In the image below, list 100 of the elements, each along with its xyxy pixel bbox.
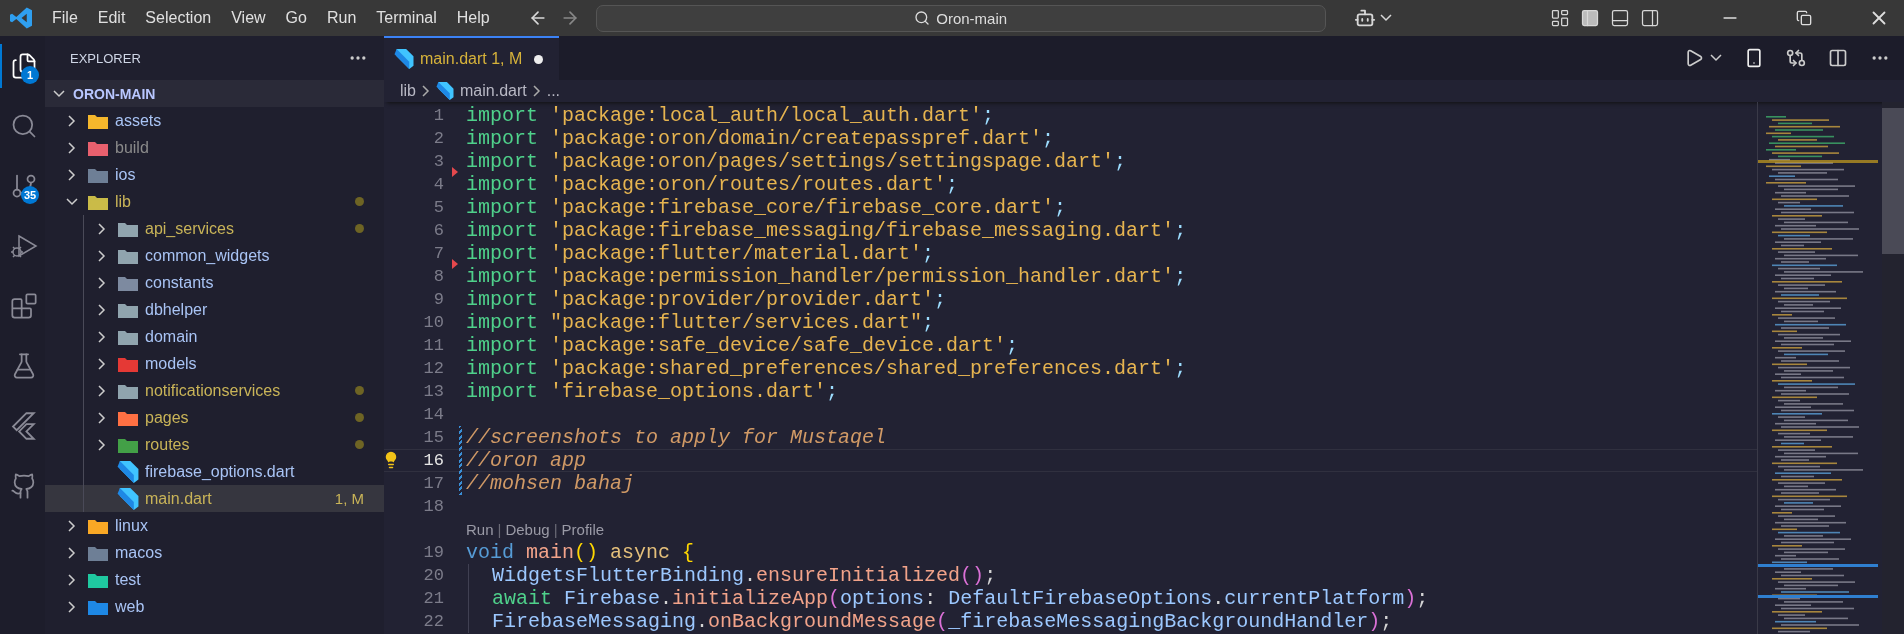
editor-tab[interactable]: main.dart 1, M xyxy=(384,36,560,80)
menu-item[interactable]: File xyxy=(42,9,88,27)
line-number: 3 xyxy=(433,152,444,171)
codelens-link[interactable]: Run xyxy=(466,521,494,538)
line-number: 4 xyxy=(433,175,444,194)
line-number: 6 xyxy=(433,221,444,240)
line-number: 11 xyxy=(423,336,444,355)
explorer-item[interactable]: notificationservices xyxy=(45,377,384,404)
explorer-item[interactable]: constants xyxy=(45,269,384,296)
layout-toggle-icon[interactable] xyxy=(1580,8,1600,28)
codelens-link[interactable]: Debug xyxy=(505,521,550,538)
layout-toggle-icon[interactable] xyxy=(1610,8,1630,28)
code-line: import 'package:permission_handler/permission_handler.dart'; xyxy=(466,265,1187,288)
explorer-item[interactable]: domain xyxy=(45,323,384,350)
menu-item[interactable]: Go xyxy=(275,9,317,27)
code-line: import "package:flutter/services.dart"; xyxy=(466,311,935,334)
code-line: import 'package:oron/routes/routes.dart'; xyxy=(466,173,959,196)
line-number: 20 xyxy=(423,566,444,585)
explorer-item[interactable]: api_services xyxy=(45,215,384,242)
explorer-item[interactable]: build xyxy=(45,134,384,161)
chevron-right-icon xyxy=(422,85,430,97)
explorer-item[interactable]: firebase_options.dart xyxy=(45,458,384,485)
split-editor-icon[interactable] xyxy=(1828,48,1848,68)
breadcrumb-item[interactable]: ... xyxy=(546,82,561,100)
item-label: web xyxy=(115,597,145,616)
caret-icon[interactable] xyxy=(1379,14,1392,22)
item-label: routes xyxy=(145,435,190,454)
menu-item[interactable]: Selection xyxy=(135,9,222,27)
item-label: assets xyxy=(115,111,162,130)
workspace-header[interactable]: ORON-MAIN xyxy=(45,80,384,107)
device-icon[interactable] xyxy=(1744,48,1764,68)
code-line: import 'package:safe_device/safe_device.dart'; xyxy=(466,334,1019,357)
line-number: 1 xyxy=(433,106,444,125)
code-line: import 'package:local_auth/local_auth.dart'; xyxy=(466,104,995,127)
explorer-item[interactable]: linux xyxy=(45,512,384,539)
scrollbar-thumb[interactable] xyxy=(1882,108,1904,254)
explorer-item[interactable]: assets xyxy=(45,107,384,134)
item-label: dbhelper xyxy=(145,300,208,319)
codelens-separator: | xyxy=(553,521,558,538)
line-number: 17 xyxy=(423,474,444,493)
search-icon xyxy=(914,10,931,26)
breadcrumb-item[interactable]: main.dart xyxy=(460,82,527,100)
item-label: macos xyxy=(115,543,163,562)
menu-item[interactable]: Run xyxy=(316,9,367,27)
line-number: 9 xyxy=(433,290,444,309)
menu-item[interactable]: Edit xyxy=(87,9,136,27)
explorer-item[interactable]: dbhelper xyxy=(45,296,384,323)
command-center[interactable]: Oron-main xyxy=(595,4,1326,32)
run-icon[interactable] xyxy=(1684,48,1704,68)
layout-toggle-icon[interactable] xyxy=(1550,8,1570,28)
menu-item[interactable]: View xyxy=(221,9,276,27)
code-line: import 'package:flutter/material.dart'; xyxy=(466,242,935,265)
codelens-separator: | xyxy=(497,521,502,538)
codelens-link[interactable]: Profile xyxy=(561,521,605,538)
code-line: WidgetsFlutterBinding.ensureInitialized(); xyxy=(492,564,997,587)
code-line: import 'package:firebase_messaging/firebase_messaging.dart'; xyxy=(466,219,1187,242)
item-label: common_widgets xyxy=(145,246,270,265)
item-label: linux xyxy=(115,516,148,535)
dart-file-icon xyxy=(117,460,139,483)
sidebar-title: EXPLORER xyxy=(70,50,141,66)
line-number: 19 xyxy=(423,543,444,562)
line-number: 7 xyxy=(433,244,444,263)
code-line: import 'package:oron/domain/createpasspref.dart'; xyxy=(466,127,1055,150)
run-debug-icon xyxy=(9,232,38,260)
error-marker xyxy=(452,167,458,177)
line-number: 22 xyxy=(423,612,444,631)
dart-file-icon xyxy=(436,82,454,100)
item-label: lib xyxy=(115,192,131,211)
layout-toggle-icon[interactable] xyxy=(1640,8,1660,28)
code-line: import 'package:provider/provider.dart'; xyxy=(466,288,947,311)
explorer-item[interactable]: models xyxy=(45,350,384,377)
code-line: void main() async { xyxy=(466,541,695,564)
explorer-item[interactable]: routes xyxy=(45,431,384,458)
breadcrumb-item[interactable]: lib xyxy=(400,82,416,100)
code-line: //mohsen bahaj xyxy=(466,472,635,495)
code-line: //screenshots to apply for Mustaqel xyxy=(466,426,887,449)
explorer-item[interactable]: main.dart 1, M xyxy=(45,485,384,512)
line-number: 13 xyxy=(423,382,444,401)
copilot-icon[interactable] xyxy=(1353,7,1376,29)
menu-item[interactable]: Help xyxy=(446,9,500,27)
code-line: //oron app xyxy=(466,449,587,472)
compare-icon[interactable] xyxy=(1786,48,1806,68)
explorer-item[interactable]: common_widgets xyxy=(45,242,384,269)
item-label: ios xyxy=(115,165,136,184)
caret-icon[interactable] xyxy=(1710,54,1722,62)
explorer-item[interactable]: test xyxy=(45,566,384,593)
line-number: 18 xyxy=(423,497,444,516)
item-label: firebase_options.dart xyxy=(145,462,295,481)
explorer-item[interactable]: lib xyxy=(45,188,384,215)
item-label: models xyxy=(145,354,197,373)
item-label: main.dart xyxy=(145,489,212,508)
menu-item[interactable]: Terminal xyxy=(366,9,447,27)
explorer-item[interactable]: macos xyxy=(45,539,384,566)
line-number: 16 xyxy=(423,451,444,470)
restore-icon[interactable] xyxy=(1796,10,1812,26)
explorer-item[interactable]: web xyxy=(45,593,384,620)
explorer-item[interactable]: ios xyxy=(45,161,384,188)
app-logo xyxy=(10,7,32,29)
explorer-item[interactable]: pages xyxy=(45,404,384,431)
item-label: build xyxy=(115,138,149,157)
